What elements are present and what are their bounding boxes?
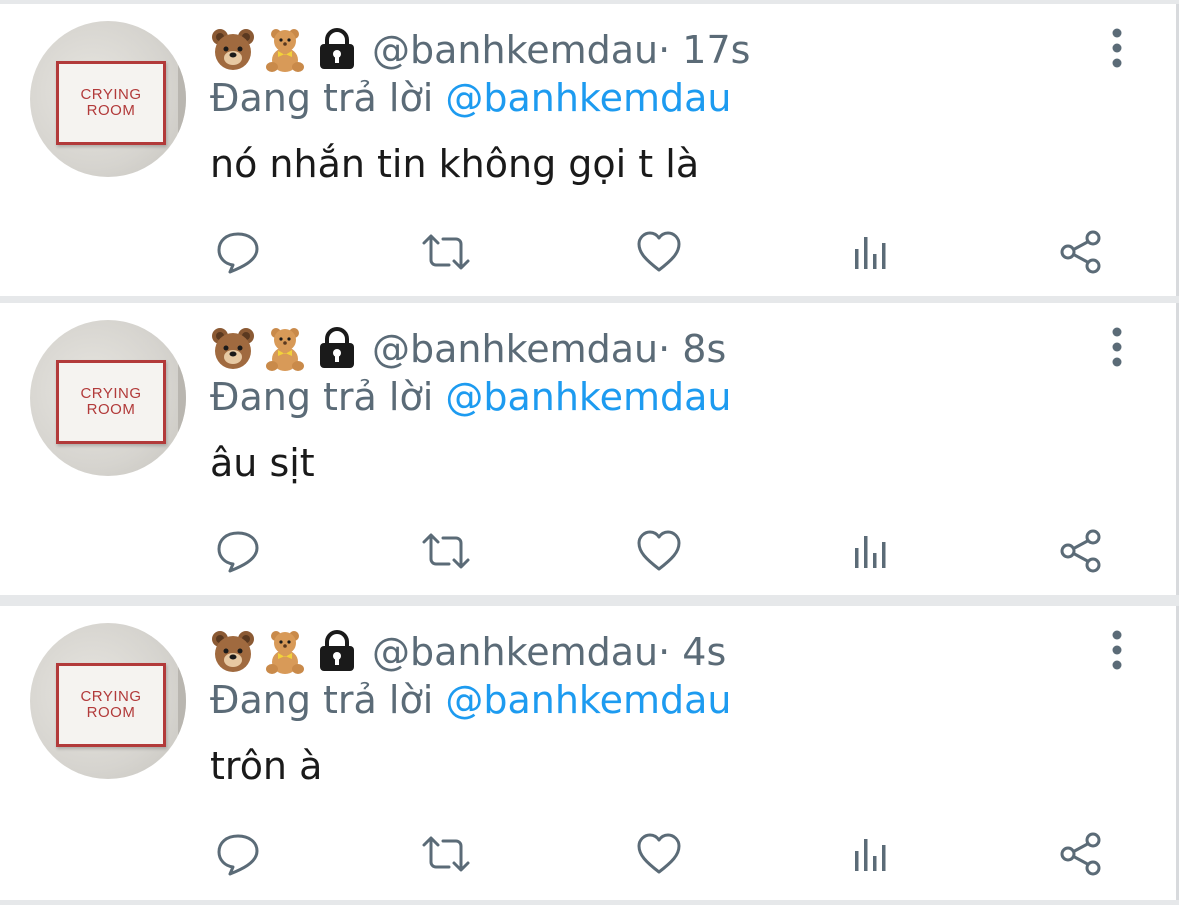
tweet-text: nó nhắn tin không gọi t là <box>210 142 700 186</box>
teddy-bear-icon <box>266 29 304 72</box>
tweet-timestamp[interactable]: · 17s <box>658 28 750 72</box>
replying-to-label: Đang trả lời <box>210 76 446 120</box>
more-vertical-icon[interactable] <box>1110 327 1124 367</box>
reply-button[interactable] <box>212 525 264 577</box>
avatar-sign-line2: ROOM <box>86 401 136 418</box>
reply-icon <box>217 531 259 573</box>
teddy-bear-icon <box>266 328 304 371</box>
tweet-handle[interactable]: @banhkemdau <box>372 327 658 371</box>
tweet-card[interactable]: CRYING ROOM <box>0 4 1179 296</box>
avatar-sign-line2: ROOM <box>86 704 136 721</box>
lock-icon <box>320 630 354 671</box>
more-vertical-icon[interactable] <box>1110 630 1124 670</box>
avatar-sign: CRYING ROOM <box>56 360 166 444</box>
teddy-bear-icon <box>266 631 304 674</box>
retweet-button[interactable] <box>420 226 472 278</box>
more-vertical-icon[interactable] <box>1110 28 1124 68</box>
bear-face-icon <box>212 29 254 70</box>
views-button[interactable] <box>844 525 896 577</box>
tweet-feed: CRYING ROOM @banhkemdau · 17s Đang trả l… <box>0 0 1179 905</box>
tweet-actions <box>0 828 1176 880</box>
views-icon <box>855 536 886 568</box>
avatar[interactable]: CRYING ROOM <box>30 21 186 177</box>
replying-to-label: Đang trả lời <box>210 375 446 419</box>
avatar-sign-line1: CRYING <box>80 385 142 402</box>
tweet-handle[interactable]: @banhkemdau <box>372 28 658 72</box>
replying-to-mention[interactable]: @banhkemdau <box>445 678 731 722</box>
like-button[interactable] <box>633 525 685 577</box>
replying-to-line: Đang trả lời @banhkemdau <box>210 375 731 419</box>
tweet-card[interactable]: CRYING ROOM <box>0 606 1179 900</box>
tweet-timestamp[interactable]: · 4s <box>658 630 726 674</box>
replying-to-line: Đang trả lời @banhkemdau <box>210 76 731 120</box>
like-button[interactable] <box>633 828 685 880</box>
views-icon <box>855 839 886 871</box>
avatar-sign-line1: CRYING <box>80 688 142 705</box>
tweet-handle[interactable]: @banhkemdau <box>372 630 658 674</box>
like-button[interactable] <box>633 226 685 278</box>
share-button[interactable] <box>1055 525 1107 577</box>
replying-to-mention[interactable]: @banhkemdau <box>445 76 731 120</box>
share-icon <box>1060 832 1101 876</box>
tweet-header: @banhkemdau · 17s <box>210 24 750 76</box>
avatar-wall-edge <box>178 21 186 177</box>
retweet-icon <box>422 234 470 270</box>
tweet-actions <box>0 226 1176 278</box>
tweet-text: âu sịt <box>210 441 315 485</box>
like-icon <box>637 530 681 571</box>
avatar-wall-edge <box>178 623 186 779</box>
avatar-sign: CRYING ROOM <box>56 663 166 747</box>
share-button[interactable] <box>1055 828 1107 880</box>
reply-button[interactable] <box>212 226 264 278</box>
retweet-button[interactable] <box>420 828 472 880</box>
tweet-actions <box>0 525 1176 577</box>
avatar-sign-line2: ROOM <box>86 102 136 119</box>
like-icon <box>637 231 681 272</box>
reply-icon <box>217 232 259 274</box>
tweet-header: @banhkemdau · 8s <box>210 323 726 375</box>
like-icon <box>637 833 681 874</box>
lock-icon <box>320 327 354 368</box>
tweet-timestamp[interactable]: · 8s <box>658 327 726 371</box>
reply-button[interactable] <box>212 828 264 880</box>
bear-face-icon <box>212 631 254 672</box>
views-icon <box>855 237 886 269</box>
replying-to-line: Đang trả lời @banhkemdau <box>210 678 731 722</box>
replying-to-mention[interactable]: @banhkemdau <box>445 375 731 419</box>
avatar[interactable]: CRYING ROOM <box>30 320 186 476</box>
avatar[interactable]: CRYING ROOM <box>30 623 186 779</box>
avatar-sign-line1: CRYING <box>80 86 142 103</box>
retweet-button[interactable] <box>420 525 472 577</box>
replying-to-label: Đang trả lời <box>210 678 446 722</box>
avatar-wall-edge <box>178 320 186 476</box>
tweet-header: @banhkemdau · 4s <box>210 626 726 678</box>
views-button[interactable] <box>844 828 896 880</box>
lock-icon <box>320 28 354 69</box>
tweet-card[interactable]: CRYING ROOM <box>0 303 1179 595</box>
avatar-sign: CRYING ROOM <box>56 61 166 145</box>
bear-face-icon <box>212 328 254 369</box>
retweet-icon <box>422 836 470 872</box>
share-button[interactable] <box>1055 226 1107 278</box>
views-button[interactable] <box>844 226 896 278</box>
tweet-text: trôn à <box>210 744 323 788</box>
share-icon <box>1060 529 1101 573</box>
retweet-icon <box>422 533 470 569</box>
share-icon <box>1060 230 1101 274</box>
reply-icon <box>217 834 259 876</box>
